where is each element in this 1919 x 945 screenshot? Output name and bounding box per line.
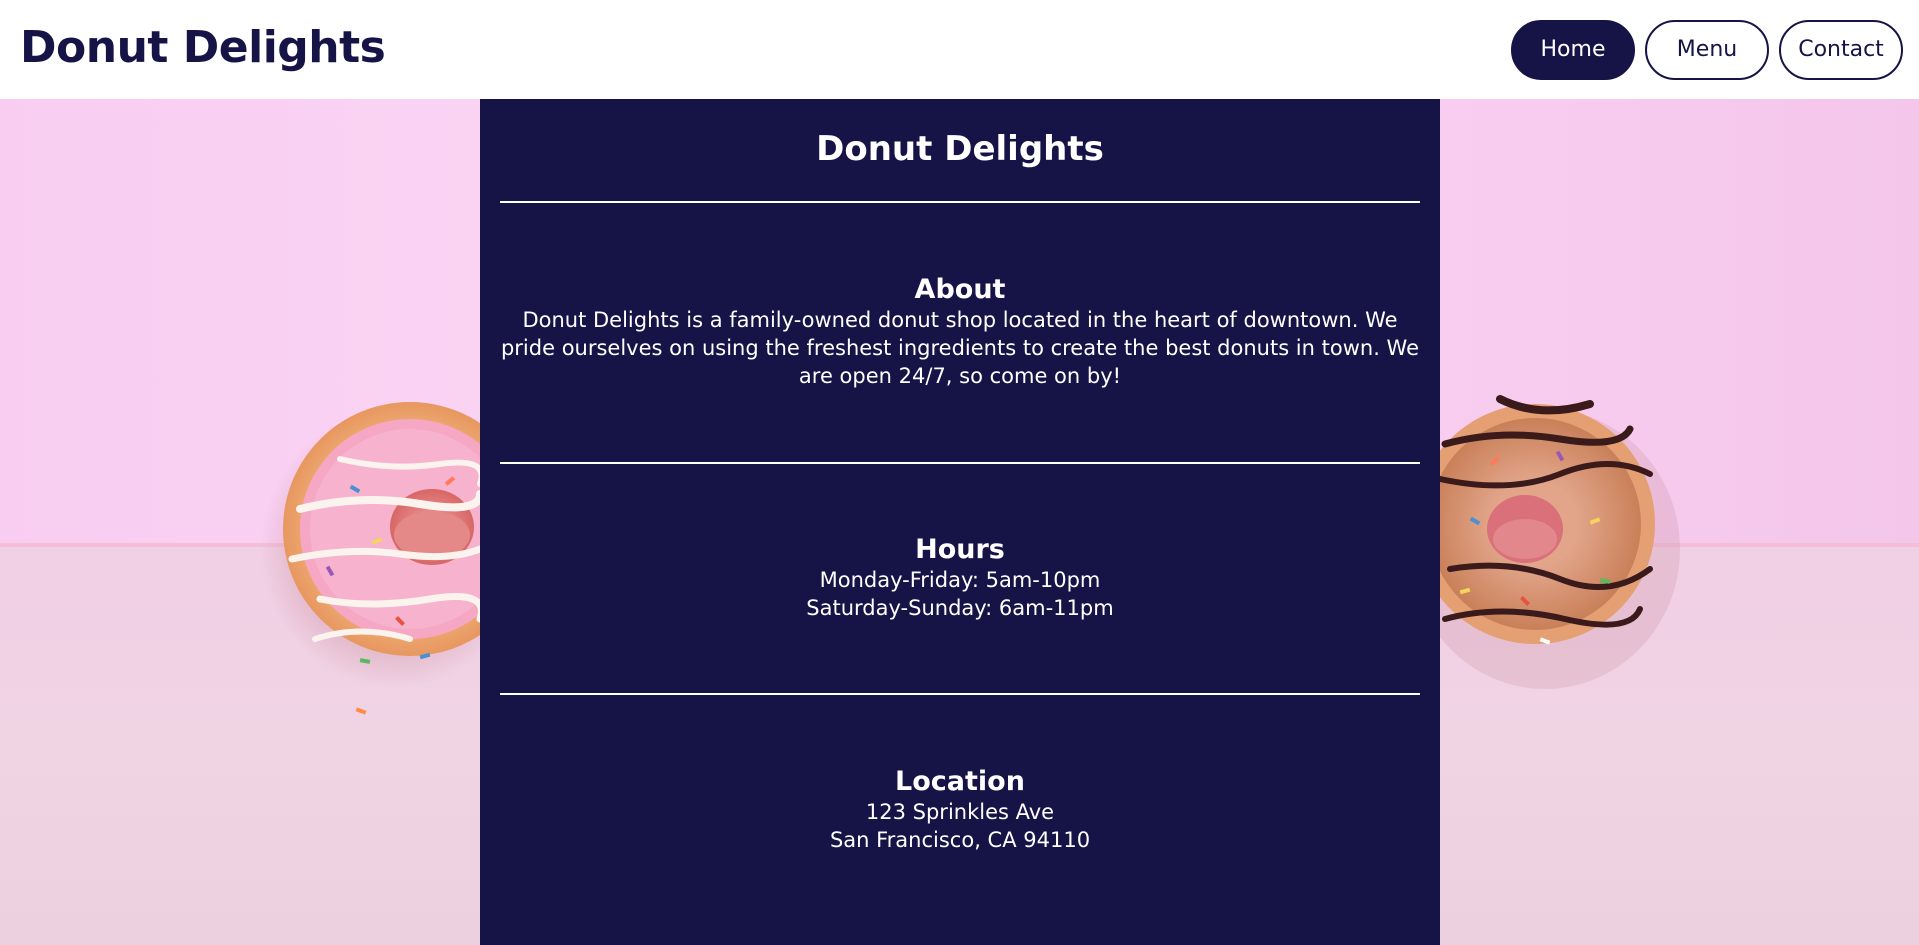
panel-title: Donut Delights xyxy=(816,129,1104,169)
about-heading: About xyxy=(914,274,1006,305)
about-text: Donut Delights is a family-owned donut s… xyxy=(500,308,1420,388)
location-street: 123 Sprinkles Ave xyxy=(865,800,1055,824)
location-section: Location 123 Sprinkles Ave San Francisco… xyxy=(500,766,1420,854)
nav-home-button[interactable]: Home xyxy=(1511,19,1635,80)
hours-weekend: Saturday-Sunday: 6am-11pm xyxy=(806,596,1114,620)
brand-title[interactable]: Donut Delights xyxy=(20,22,386,73)
divider xyxy=(500,462,1420,464)
main-nav: Home Menu Contact xyxy=(1511,19,1903,80)
divider xyxy=(500,693,1420,695)
location-city: San Francisco, CA 94110 xyxy=(829,828,1091,852)
nav-menu-button[interactable]: Menu xyxy=(1645,19,1769,80)
about-section: About Donut Delights is a family-owned d… xyxy=(500,274,1420,390)
site-header: Donut Delights Home Menu Contact xyxy=(0,0,1919,99)
hours-section: Hours Monday-Friday: 5am-10pm Saturday-S… xyxy=(500,534,1420,622)
hours-weekday: Monday-Friday: 5am-10pm xyxy=(819,568,1101,592)
nav-contact-button[interactable]: Contact xyxy=(1779,19,1903,80)
divider xyxy=(500,201,1420,203)
hero-section: Donut Delights About Donut Delights is a… xyxy=(0,99,1919,945)
right-donut-image xyxy=(1410,395,1680,689)
hours-heading: Hours xyxy=(915,534,1005,565)
info-panel: Donut Delights About Donut Delights is a… xyxy=(480,99,1440,945)
location-heading: Location xyxy=(895,766,1025,797)
